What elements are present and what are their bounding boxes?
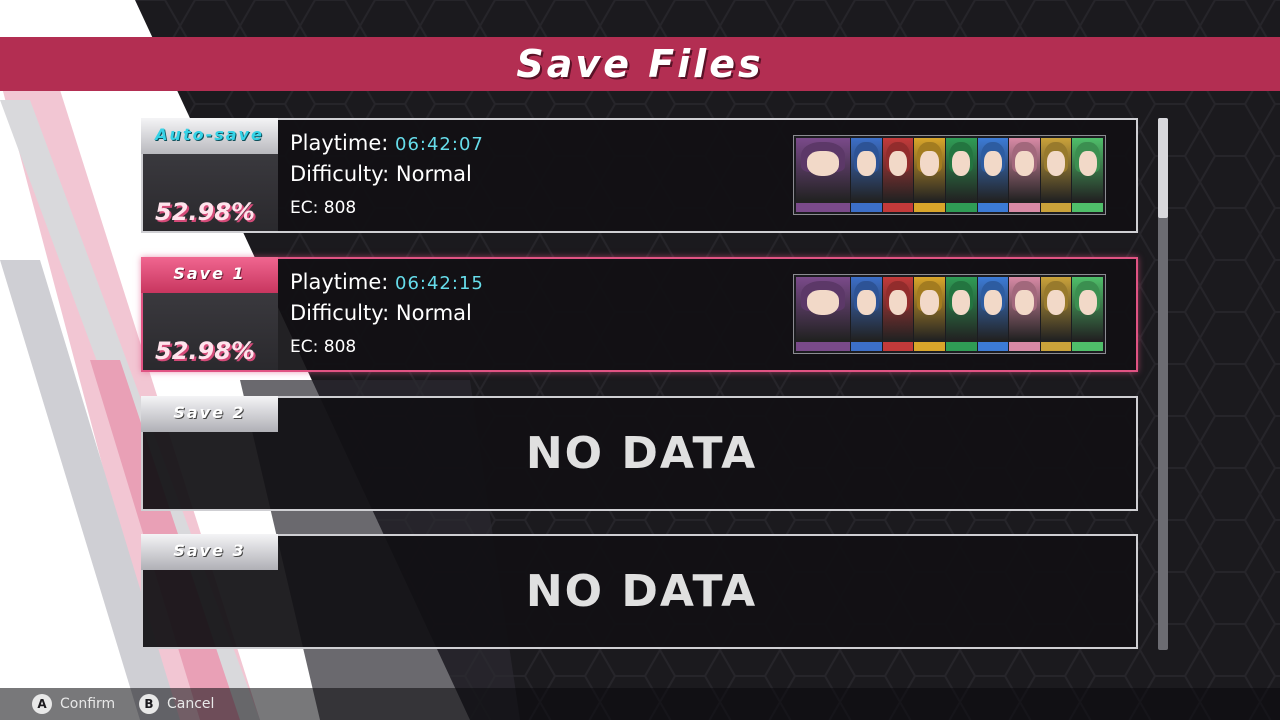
party-member-portrait — [1009, 277, 1040, 351]
portrait-face — [983, 290, 1002, 316]
page-title: Save Files — [516, 42, 764, 86]
confirm-hint[interactable]: A Confirm — [32, 694, 115, 714]
playtime-label: Playtime: — [290, 131, 389, 155]
portrait-strip — [945, 203, 977, 212]
party-member-portrait — [945, 138, 977, 212]
party-member-portrait — [977, 277, 1009, 351]
save-slot-3[interactable]: Save 3 NO DATA — [141, 534, 1138, 649]
portrait-face — [952, 151, 971, 177]
portrait-face — [857, 290, 876, 316]
ec-label: EC: — [290, 337, 319, 357]
a-button-icon: A — [32, 694, 52, 714]
party-portraits — [793, 135, 1106, 215]
playtime-value: 06:42:15 — [395, 273, 484, 294]
ec-value: 808 — [323, 337, 357, 357]
portrait-face — [920, 151, 939, 177]
completion-percent: 52.98% — [155, 337, 255, 365]
b-button-icon: B — [139, 694, 159, 714]
slot-tag: Save 3 — [141, 534, 278, 570]
portrait-face — [952, 290, 971, 316]
portrait-strip — [796, 342, 850, 351]
scrollbar-thumb[interactable] — [1158, 118, 1168, 218]
playtime-label: Playtime: — [290, 270, 389, 294]
difficulty-line: Difficulty: Normal — [290, 301, 472, 325]
portrait-strip — [1072, 203, 1103, 212]
party-member-portrait — [914, 277, 945, 351]
portrait-strip — [882, 203, 914, 212]
slot-tag: Save 1 — [141, 257, 278, 293]
portrait-face — [806, 290, 840, 316]
slot-tag: Save 2 — [141, 396, 278, 432]
confirm-label: Confirm — [60, 696, 116, 712]
party-member-portrait — [1040, 138, 1072, 212]
portrait-strip — [851, 342, 882, 351]
party-member-portrait — [851, 277, 882, 351]
playtime-value: 06:42:07 — [395, 134, 484, 155]
portrait-strip — [882, 342, 914, 351]
portrait-strip — [1072, 342, 1103, 351]
portrait-strip — [914, 342, 945, 351]
portrait-face — [920, 290, 939, 316]
portrait-face — [857, 151, 876, 177]
ec-label: EC: — [290, 198, 319, 218]
party-member-portrait — [882, 138, 914, 212]
no-data-text: NO DATA — [525, 566, 758, 617]
party-member-portrait — [1072, 277, 1103, 351]
portrait-face — [1078, 151, 1097, 177]
party-member-portrait — [851, 138, 882, 212]
save-slot-2[interactable]: Save 2 NO DATA — [141, 396, 1138, 511]
portrait-strip — [1009, 342, 1040, 351]
portrait-strip — [1040, 342, 1072, 351]
cancel-label: Cancel — [167, 696, 215, 712]
completion-percent: 52.98% — [155, 198, 255, 226]
portrait-strip — [1040, 203, 1072, 212]
portrait-strip — [977, 342, 1009, 351]
difficulty-label: Difficulty: — [290, 301, 390, 325]
ec-line: EC: 808 — [290, 198, 356, 218]
no-data-text: NO DATA — [525, 428, 758, 479]
slot-tag: Auto-save — [141, 118, 278, 154]
party-member-portrait — [977, 138, 1009, 212]
portrait-face — [888, 290, 908, 316]
party-portraits — [793, 274, 1106, 354]
party-member-portrait — [1072, 138, 1103, 212]
portrait-face — [1015, 151, 1034, 177]
party-member-portrait — [945, 277, 977, 351]
portrait-strip — [977, 203, 1009, 212]
portrait-face — [983, 151, 1002, 177]
party-member-portrait — [796, 138, 850, 212]
cancel-hint[interactable]: B Cancel — [139, 694, 214, 714]
portrait-strip — [945, 342, 977, 351]
portrait-face — [1015, 290, 1034, 316]
party-member-portrait — [914, 138, 945, 212]
party-member-portrait — [1009, 138, 1040, 212]
portrait-face — [806, 151, 840, 177]
portrait-face — [888, 151, 908, 177]
portrait-strip — [851, 203, 882, 212]
difficulty-label: Difficulty: — [290, 162, 390, 186]
portrait-face — [1046, 290, 1066, 316]
playtime-line: Playtime: 06:42:15 — [290, 270, 484, 294]
portrait-strip — [1009, 203, 1040, 212]
party-member-portrait — [796, 277, 850, 351]
save-slot-1[interactable]: Save 1 52.98% Playtime: 06:42:15 Difficu… — [141, 257, 1138, 372]
ec-value: 808 — [323, 198, 357, 218]
save-slot-autosave[interactable]: Auto-save 52.98% Playtime: 06:42:07 Diff… — [141, 118, 1138, 233]
ec-line: EC: 808 — [290, 337, 356, 357]
party-member-portrait — [882, 277, 914, 351]
difficulty-value: Normal — [395, 301, 472, 325]
portrait-face — [1046, 151, 1066, 177]
party-member-portrait — [1040, 277, 1072, 351]
portrait-strip — [914, 203, 945, 212]
portrait-face — [1078, 290, 1097, 316]
playtime-line: Playtime: 06:42:07 — [290, 131, 484, 155]
difficulty-line: Difficulty: Normal — [290, 162, 472, 186]
difficulty-value: Normal — [395, 162, 472, 186]
portrait-strip — [796, 203, 850, 212]
